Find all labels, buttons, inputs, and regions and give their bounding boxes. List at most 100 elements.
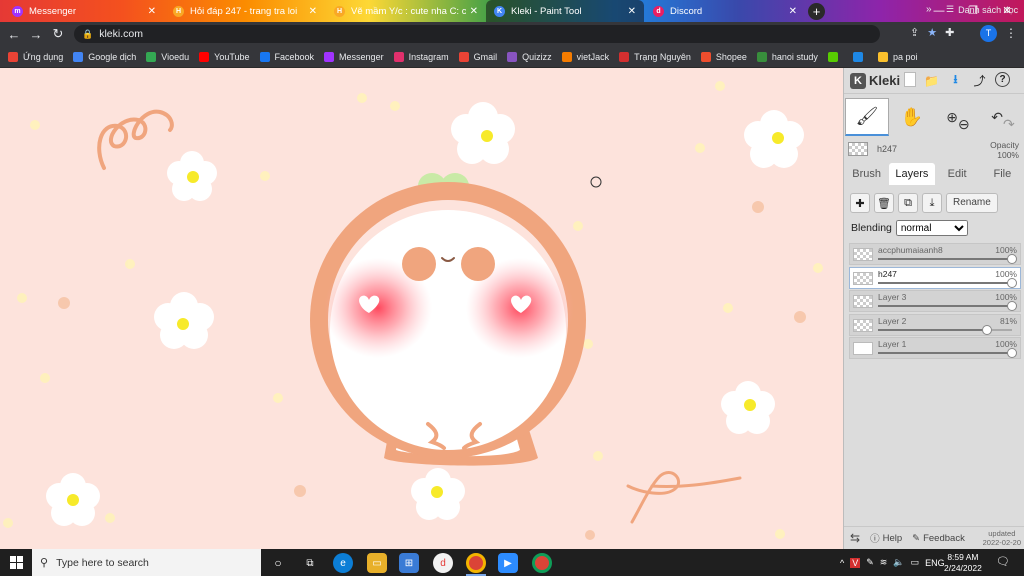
layer-opacity-slider[interactable] xyxy=(878,254,1017,264)
profile-avatar[interactable]: T xyxy=(980,25,997,42)
share-icon[interactable]: ⇪ xyxy=(910,26,919,39)
close-tab-icon[interactable]: ✕ xyxy=(470,6,478,17)
undo-redo-buttons[interactable]: ↶ ↷ xyxy=(981,98,1024,136)
zoom-out-icon[interactable]: ⊖ xyxy=(958,116,970,133)
close-tab-icon[interactable]: ✕ xyxy=(309,6,317,17)
tab-brush[interactable]: Brush xyxy=(844,163,889,185)
bookmark-item[interactable]: Trạng Nguyên xyxy=(619,51,691,62)
more-bookmarks-icon[interactable]: » xyxy=(926,4,932,15)
battery-icon[interactable]: ▭ xyxy=(911,557,920,568)
swap-panel-button[interactable]: ⇆ xyxy=(850,531,860,545)
duplicate-layer-button[interactable]: ⧉ xyxy=(898,193,918,213)
start-button[interactable] xyxy=(0,549,32,576)
layer-row[interactable]: Layer 2 81% xyxy=(849,313,1021,336)
close-tab-icon[interactable]: ✕ xyxy=(628,6,636,17)
zoom-in-icon[interactable]: ⊕ xyxy=(946,109,958,126)
bookmark-item[interactable]: Quizizz xyxy=(507,51,552,62)
clock[interactable]: 8:59 AM 2/24/2022 xyxy=(944,552,982,574)
redo-icon[interactable]: ↷ xyxy=(1003,116,1015,133)
layer-opacity-slider[interactable] xyxy=(878,301,1017,311)
address-bar[interactable]: 🔒 kleki.com xyxy=(74,25,880,43)
volume-icon[interactable]: 🔈 xyxy=(893,557,904,568)
pen-icon[interactable]: ✎ xyxy=(866,557,874,568)
layer-opacity-slider[interactable] xyxy=(878,324,1012,335)
open-folder-icon[interactable]: 📁 xyxy=(923,72,940,89)
layer-row[interactable]: Layer 1 100% xyxy=(849,337,1021,359)
brush-tool-button[interactable]: 🖌 xyxy=(845,98,889,136)
zoom-app-icon[interactable]: ▶ xyxy=(498,553,518,573)
slider-knob[interactable] xyxy=(1007,254,1017,264)
tab-hoidap[interactable]: H Hỏi đáp 247 - trang tra loi ✕ xyxy=(165,0,325,22)
wifi-icon[interactable]: ≋ xyxy=(880,557,888,568)
browser-menu-icon[interactable]: ⋮ xyxy=(1005,26,1017,40)
help-icon[interactable]: ? xyxy=(995,72,1010,87)
close-tab-icon[interactable]: ✕ xyxy=(789,6,797,17)
taskbar-search[interactable]: ⚲ Type here to search xyxy=(32,549,261,576)
chrome-profile-icon[interactable] xyxy=(532,553,552,573)
bookmark-item[interactable]: Shopee xyxy=(700,51,747,62)
help-button[interactable]: ⓘ Help xyxy=(870,531,902,546)
discord-app-icon[interactable]: d xyxy=(433,553,453,573)
bookmark-item[interactable]: Google dịch xyxy=(73,51,136,62)
tab-edit[interactable]: Edit xyxy=(935,163,980,185)
bookmark-item[interactable]: Ứng dụng xyxy=(8,51,63,62)
tray-v-icon[interactable]: V xyxy=(850,557,861,568)
slider-knob[interactable] xyxy=(1007,301,1017,311)
tab-layers[interactable]: Layers xyxy=(889,163,935,185)
bookmark-star-icon[interactable]: ★ xyxy=(927,26,937,39)
brush-preview[interactable]: h247 Opacity 100% xyxy=(844,138,1024,160)
share-icon[interactable]: ⤴ xyxy=(971,72,988,89)
reading-list[interactable]: ☰ Danh sách đọc xyxy=(946,4,1018,15)
blending-select[interactable]: normal xyxy=(895,220,968,236)
slider-knob[interactable] xyxy=(1007,348,1017,358)
tab-discord[interactable]: d Discord ✕ xyxy=(645,0,805,22)
reload-icon[interactable]: ↻ xyxy=(47,26,69,42)
edge-icon[interactable]: e xyxy=(333,553,353,573)
tray-arrow-icon[interactable]: ^ xyxy=(840,558,844,568)
store-icon[interactable]: ⊞ xyxy=(399,553,419,573)
new-tab-button[interactable]: + xyxy=(808,3,825,20)
task-view-icon[interactable]: ⧉ xyxy=(300,553,320,573)
rename-layer-button[interactable]: Rename xyxy=(946,193,998,213)
bookmark-item[interactable]: Messenger xyxy=(324,51,384,62)
language-indicator[interactable]: ENG xyxy=(925,558,945,568)
slider-knob[interactable] xyxy=(981,324,992,335)
bookmark-item[interactable]: vietJack xyxy=(561,51,609,62)
file-explorer-icon[interactable]: ▭ xyxy=(367,553,387,573)
back-arrow-icon[interactable]: ← xyxy=(3,27,25,42)
tab-file[interactable]: File xyxy=(980,163,1024,185)
layer-opacity-slider[interactable] xyxy=(878,348,1017,358)
zoom-buttons[interactable]: ⊕ ⊖ xyxy=(936,98,980,136)
bookmark-item[interactable]: hanoi study xyxy=(756,51,818,62)
bookmark-item[interactable]: pa poi xyxy=(877,51,917,62)
layer-opacity-slider[interactable] xyxy=(878,277,1017,288)
bookmark-item[interactable]: Gmail xyxy=(458,51,497,62)
slider-knob[interactable] xyxy=(1007,277,1017,288)
close-tab-icon[interactable]: ✕ xyxy=(148,6,156,17)
undo-icon[interactable]: ↶ xyxy=(991,109,1003,126)
chrome-icon[interactable] xyxy=(466,553,486,573)
drawing-canvas[interactable] xyxy=(0,68,843,549)
extensions-icon[interactable]: ✚ xyxy=(945,26,954,39)
forward-arrow-icon[interactable]: → xyxy=(25,27,47,42)
layer-row[interactable]: Layer 3 100% xyxy=(849,290,1021,312)
layer-row[interactable]: accphumaiaanh8 100% xyxy=(849,243,1021,265)
layer-row[interactable]: h247 100% xyxy=(849,266,1021,289)
notification-icon[interactable]: 🗨 xyxy=(996,555,1010,568)
hand-tool-button[interactable]: ✋ xyxy=(890,98,934,136)
tab-question[interactable]: H Vẽ mầm Y/c : cute nha C: câu hỏ ✕ xyxy=(326,0,486,22)
new-image-icon[interactable] xyxy=(904,72,916,87)
bookmark-item[interactable]: Instagram xyxy=(393,51,449,62)
delete-layer-button[interactable]: 🗑 xyxy=(874,193,894,213)
tab-messenger[interactable]: m Messenger ✕ xyxy=(4,0,164,22)
bookmark-item[interactable]: Facebook xyxy=(259,51,314,62)
bookmark-item[interactable]: YouTube xyxy=(199,51,250,62)
cortana-icon[interactable]: ○ xyxy=(268,553,288,573)
download-icon[interactable]: ⭳ xyxy=(947,72,964,89)
merge-layer-button[interactable]: ⤓ xyxy=(922,193,942,213)
tab-kleki[interactable]: K Kleki - Paint Tool ✕ xyxy=(486,0,644,22)
bookmark-item[interactable]: Vioedu xyxy=(146,51,189,62)
bookmark-item[interactable] xyxy=(827,51,843,62)
bookmark-item[interactable] xyxy=(852,51,868,62)
add-layer-button[interactable]: ✚ xyxy=(850,193,870,213)
